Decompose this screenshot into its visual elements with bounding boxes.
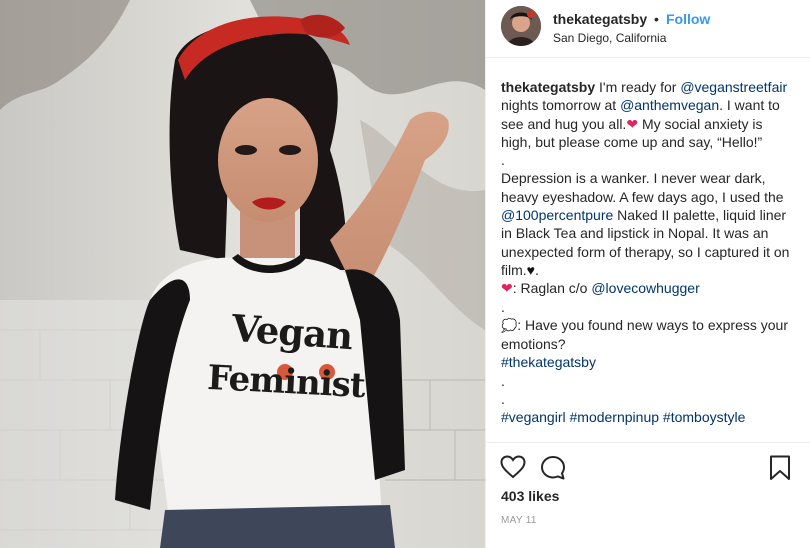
caption-text: nights tomorrow at [501, 97, 621, 114]
caption-paragraph-4: 💭: Have you found new ways to express yo… [501, 316, 793, 354]
caption-paragraph-5: #thekategatsby [501, 353, 793, 371]
hashtag-vegangirl[interactable]: #vegangirl [501, 409, 566, 425]
caption-dot: . [501, 391, 505, 408]
likes-count[interactable]: 403 likes [501, 488, 559, 504]
post-header: thekategatsby • Follow San Diego, Califo… [486, 0, 810, 58]
follow-button[interactable]: Follow [666, 11, 710, 27]
hashtag-thekategatsby[interactable]: #thekategatsby [501, 354, 596, 370]
bookmark-icon[interactable] [769, 455, 791, 486]
caption-text: : Have you found new ways to express you… [501, 316, 788, 353]
post-side-panel: thekategatsby • Follow San Diego, Califo… [485, 0, 810, 548]
caption-dot: . [501, 298, 505, 315]
heart-outline-icon[interactable] [500, 455, 526, 484]
mention-anthemvegan[interactable]: @anthemvegan [620, 97, 719, 113]
post-date[interactable]: MAY 11 [501, 515, 537, 526]
red-heart-emoji: ❤ [501, 280, 513, 297]
caption-paragraph-2: Depression is a wanker. I never wear dar… [501, 169, 793, 279]
comment-icon[interactable] [540, 455, 566, 486]
post-actions: 403 likes MAY 11 [486, 442, 810, 548]
hashtag-modernpinup[interactable]: #modernpinup [570, 409, 660, 425]
black-heart-emoji: ♥ [526, 261, 535, 278]
avatar-image [501, 6, 541, 46]
header-separator: • [654, 11, 659, 27]
caption-text: Depression is a wanker. I never wear dar… [501, 170, 784, 205]
post-photo[interactable]: Vegan Feminist [0, 0, 485, 548]
caption-dot: . [501, 152, 505, 169]
red-heart-emoji: ❤ [626, 115, 639, 132]
caption-paragraph-3: ❤: Raglan c/o @lovecowhugger [501, 279, 793, 297]
avatar[interactable] [501, 6, 541, 46]
caption-text: : Raglan c/o [512, 280, 592, 297]
post-caption: thekategatsby I'm ready for @veganstreet… [501, 78, 793, 441]
mention-veganstreetfair[interactable]: @veganstreetfair [680, 79, 787, 95]
caption-dot: . [501, 372, 505, 389]
caption-text: . [534, 261, 539, 278]
hashtag-tomboystyle[interactable]: #tomboystyle [663, 409, 745, 425]
caption-username[interactable]: thekategatsby [501, 79, 595, 95]
caption-text: I'm ready for [595, 79, 681, 95]
photo-illustration [0, 0, 485, 548]
header-username[interactable]: thekategatsby [553, 11, 647, 27]
caption-hashtags: #vegangirl #modernpinup #tomboystyle [501, 408, 793, 426]
mention-100percentpure[interactable]: @100percentpure [501, 207, 613, 223]
thought-bubble-emoji: 💭 [501, 317, 518, 333]
location-link[interactable]: San Diego, California [553, 31, 666, 45]
caption-paragraph-1: thekategatsby I'm ready for @veganstreet… [501, 78, 793, 151]
mention-lovecowhugger[interactable]: @lovecowhugger [591, 280, 699, 296]
